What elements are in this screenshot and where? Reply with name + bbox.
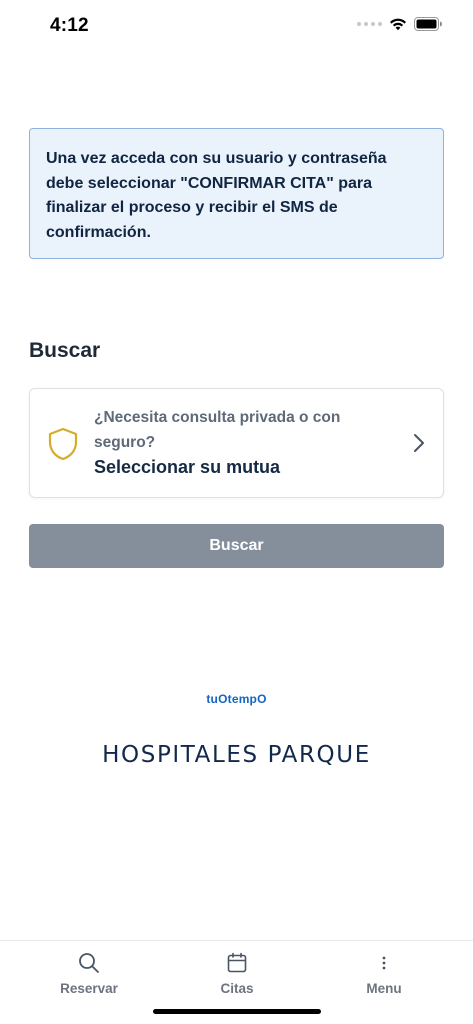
- status-bar: 4:12: [0, 0, 473, 54]
- hospitales-parque-logo: HOSPITALES PARQUE: [102, 742, 371, 768]
- chevron-right-icon: [414, 434, 424, 452]
- battery-icon: [414, 17, 442, 31]
- search-button[interactable]: Buscar: [29, 524, 444, 568]
- home-indicator[interactable]: [153, 1009, 321, 1014]
- signal-icon: [357, 22, 382, 26]
- status-time: 4:12: [50, 15, 89, 36]
- tab-menu-label: Menu: [366, 981, 402, 996]
- notice-text: Una vez acceda con su usuario y contrase…: [46, 150, 387, 241]
- status-icons: [357, 17, 443, 31]
- tuotempo-logo: tuOtempO: [206, 692, 267, 706]
- select-insurance-label: Seleccionar su mutua: [94, 457, 281, 477]
- tab-reservar-label: Reservar: [60, 981, 118, 996]
- tab-reservar[interactable]: Reservar: [34, 951, 144, 996]
- more-vertical-icon: [381, 951, 387, 975]
- search-icon: [78, 951, 100, 975]
- shield-icon: [48, 427, 78, 461]
- search-section-title: Buscar: [29, 339, 101, 362]
- wifi-icon: [390, 18, 406, 31]
- tab-citas[interactable]: Citas: [182, 951, 292, 996]
- tab-citas-label: Citas: [220, 981, 254, 996]
- calendar-icon: [227, 951, 247, 975]
- insurance-selector[interactable]: ¿Necesita consulta privada o con seguro?…: [29, 388, 444, 498]
- confirmation-notice: Una vez acceda con su usuario y contrase…: [29, 128, 444, 259]
- insurance-question: ¿Necesita consulta privada o con seguro?: [94, 409, 341, 451]
- tab-menu[interactable]: Menu: [329, 951, 439, 996]
